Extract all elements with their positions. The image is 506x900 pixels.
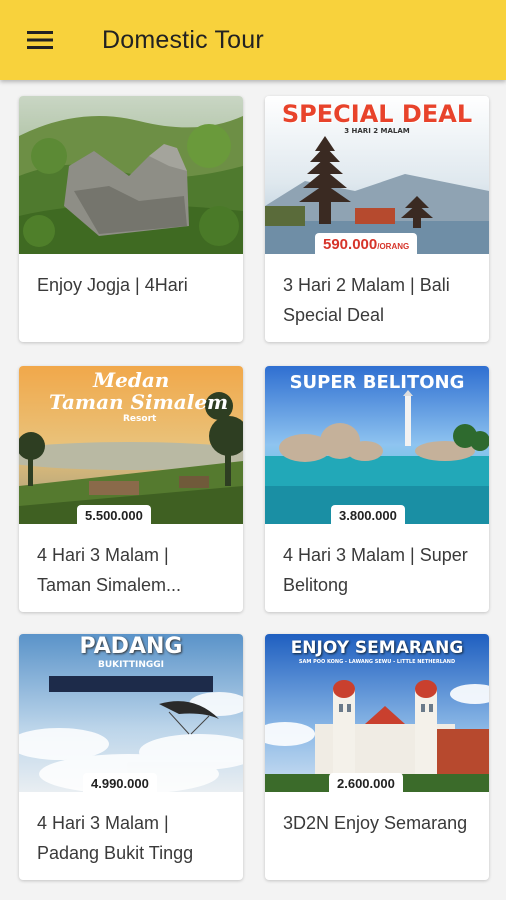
hamburger-menu-icon[interactable]	[0, 0, 80, 80]
tour-card-semarang[interactable]: ENJOY SEMARANG SAM POO KONG - LAWANG SEW…	[265, 634, 489, 880]
tour-label: 3 Hari 2 Malam | Bali Special Deal	[283, 275, 450, 325]
tour-label: 4 Hari 3 Malam | Padang Bukit Tingg	[37, 813, 194, 863]
banner-title: SUPER BELITONG	[289, 372, 465, 393]
banner-title: SPECIAL DEAL	[281, 100, 473, 128]
banner-subtitle: BUKITTINGGI	[98, 660, 164, 670]
tour-card-jogja[interactable]: Enjoy Jogja | 4Hari	[19, 96, 243, 342]
page-title: Domestic Tour	[102, 25, 264, 54]
banner-title: PADANG	[79, 634, 183, 659]
tour-card-medan[interactable]: Medan Taman Simalem Resort 5.500.000 4 H…	[19, 366, 243, 612]
banner-subtitle: 3 HARI 2 MALAM	[344, 127, 410, 135]
price-tag: 2.600.000	[329, 773, 403, 792]
tour-label: 4 Hari 3 Malam | Taman Simalem...	[37, 545, 182, 595]
banner-title: ENJOY SEMARANG	[290, 638, 464, 658]
price-tag: 4.990.000	[83, 773, 157, 792]
price-tag: 5.500.000	[77, 505, 151, 524]
tour-image-bali: SPECIAL DEAL 3 HARI 2 MALAM 590.000/ORAN…	[265, 96, 489, 254]
tour-card-bali[interactable]: SPECIAL DEAL 3 HARI 2 MALAM 590.000/ORAN…	[265, 96, 489, 342]
price-tag: 590.000/ORANG	[315, 233, 418, 254]
tour-card-padang[interactable]: PADANG BUKITTINGGI 4.990.000 4 Hari 3 Ma…	[19, 634, 243, 880]
price-tag: 3.800.000	[331, 505, 405, 524]
tour-label: Enjoy Jogja | 4Hari	[37, 275, 188, 295]
tour-card-belitong[interactable]: SUPER BELITONG 3.800.000 4 Hari 3 Malam …	[265, 366, 489, 612]
banner-subtitle: SAM POO KONG - LAWANG SEWU - LITTLE NETH…	[298, 659, 456, 665]
tour-image-belitong: SUPER BELITONG 3.800.000	[265, 366, 489, 524]
tour-label: 3D2N Enjoy Semarang	[283, 813, 468, 833]
banner-title: Medan	[93, 368, 170, 392]
tour-image-padang: PADANG BUKITTINGGI 4.990.000	[19, 634, 243, 792]
app-bar: Domestic Tour	[0, 0, 506, 80]
tour-label: 4 Hari 3 Malam | Super Belitong	[283, 545, 468, 595]
tour-image-jogja	[19, 96, 243, 254]
tour-image-medan: Medan Taman Simalem Resort 5.500.000	[19, 366, 243, 524]
banner-extra: Resort	[123, 414, 157, 424]
banner-subtitle: Taman Simalem	[49, 390, 229, 414]
tour-image-semarang: ENJOY SEMARANG SAM POO KONG - LAWANG SEW…	[265, 634, 489, 792]
